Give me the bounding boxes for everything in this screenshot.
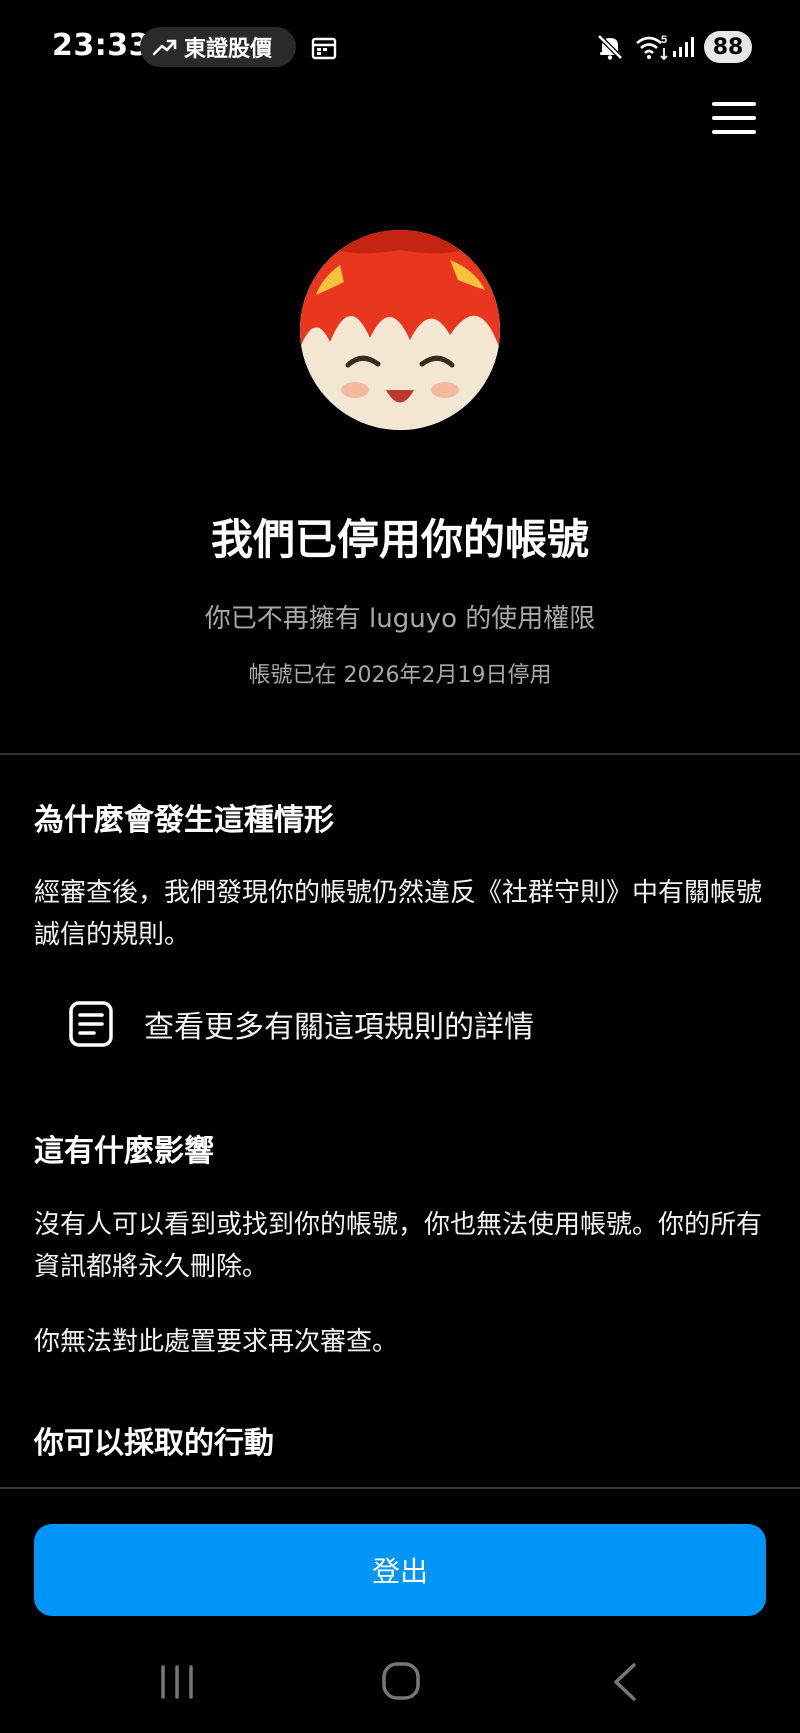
recent-apps-icon[interactable] — [158, 1662, 196, 1702]
signal-icon — [673, 37, 694, 57]
pill-label: 東證股價 — [184, 37, 273, 62]
divider — [0, 753, 800, 755]
review-note: 你無法對此處置要求再次審查。 — [34, 1327, 399, 1357]
why-section-title: 為什麼會發生這種情形 — [34, 803, 334, 838]
battery-indicator: 88 — [704, 31, 752, 63]
back-icon[interactable] — [608, 1660, 642, 1704]
status-bar: 23:33 東證股價 5 88 — [0, 0, 800, 96]
avatar — [300, 230, 500, 430]
actions-section-title: 你可以採取的行動 — [34, 1426, 274, 1461]
page-title: 我們已停用你的帳號 — [210, 515, 589, 564]
live-activity-pill[interactable]: 東證股價 — [140, 27, 296, 67]
impact-section-title: 這有什麼影響 — [34, 1134, 214, 1169]
disabled-date: 帳號已在 2026年2月19日停用 — [248, 663, 552, 688]
access-notice: 你已不再擁有 luguyo 的使用權限 — [204, 604, 596, 634]
trending-up-icon — [152, 39, 177, 56]
rule-details-label: 查看更多有關這項規則的詳情 — [144, 1010, 534, 1045]
why-section-body: 經審查後，我們發現你的帳號仍然違反《社群守則》中有關帳號誠信的規則。 — [34, 878, 763, 950]
document-icon — [69, 1001, 113, 1047]
footer-divider — [0, 1487, 800, 1489]
impact-section-body: 沒有人可以看到或找到你的帳號，你也無法使用帳號。你的所有資訊都將永久刪除。 — [34, 1210, 763, 1282]
clock: 23:33 — [52, 28, 150, 63]
hamburger-menu-icon[interactable] — [710, 96, 758, 140]
rule-details-link[interactable]: 查看更多有關這項規則的詳情 — [68, 996, 708, 1052]
home-icon[interactable] — [380, 1660, 422, 1702]
system-nav-bar — [0, 1640, 800, 1733]
mute-icon — [597, 34, 623, 60]
logout-button[interactable]: 登出 — [34, 1524, 766, 1616]
wifi-icon: 5 — [636, 34, 668, 61]
svg-text:5: 5 — [661, 34, 667, 46]
calendar-icon — [311, 37, 337, 60]
